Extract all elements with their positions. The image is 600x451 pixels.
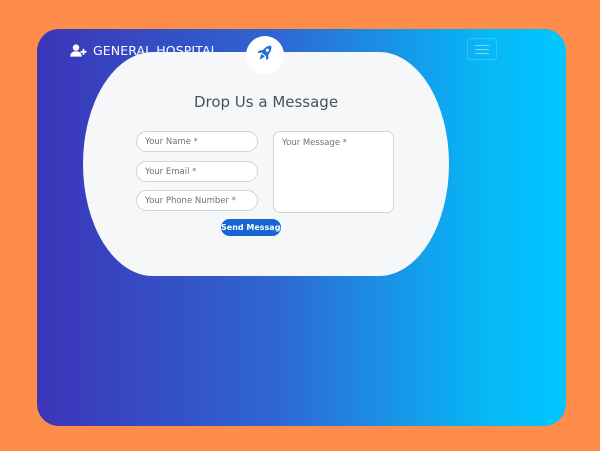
user-plus-icon: [70, 43, 87, 57]
name-input[interactable]: [136, 131, 258, 152]
hamburger-menu-icon: [475, 44, 489, 46]
email-input[interactable]: [136, 161, 258, 182]
rocket-badge: [246, 36, 284, 74]
phone-input[interactable]: [136, 190, 258, 211]
send-message-button[interactable]: Send Message: [221, 219, 286, 236]
navbar-toggle-button[interactable]: [467, 38, 497, 60]
rocket-icon: [254, 42, 276, 68]
form-title: Drop Us a Message: [193, 93, 339, 111]
message-textarea[interactable]: [273, 131, 394, 213]
